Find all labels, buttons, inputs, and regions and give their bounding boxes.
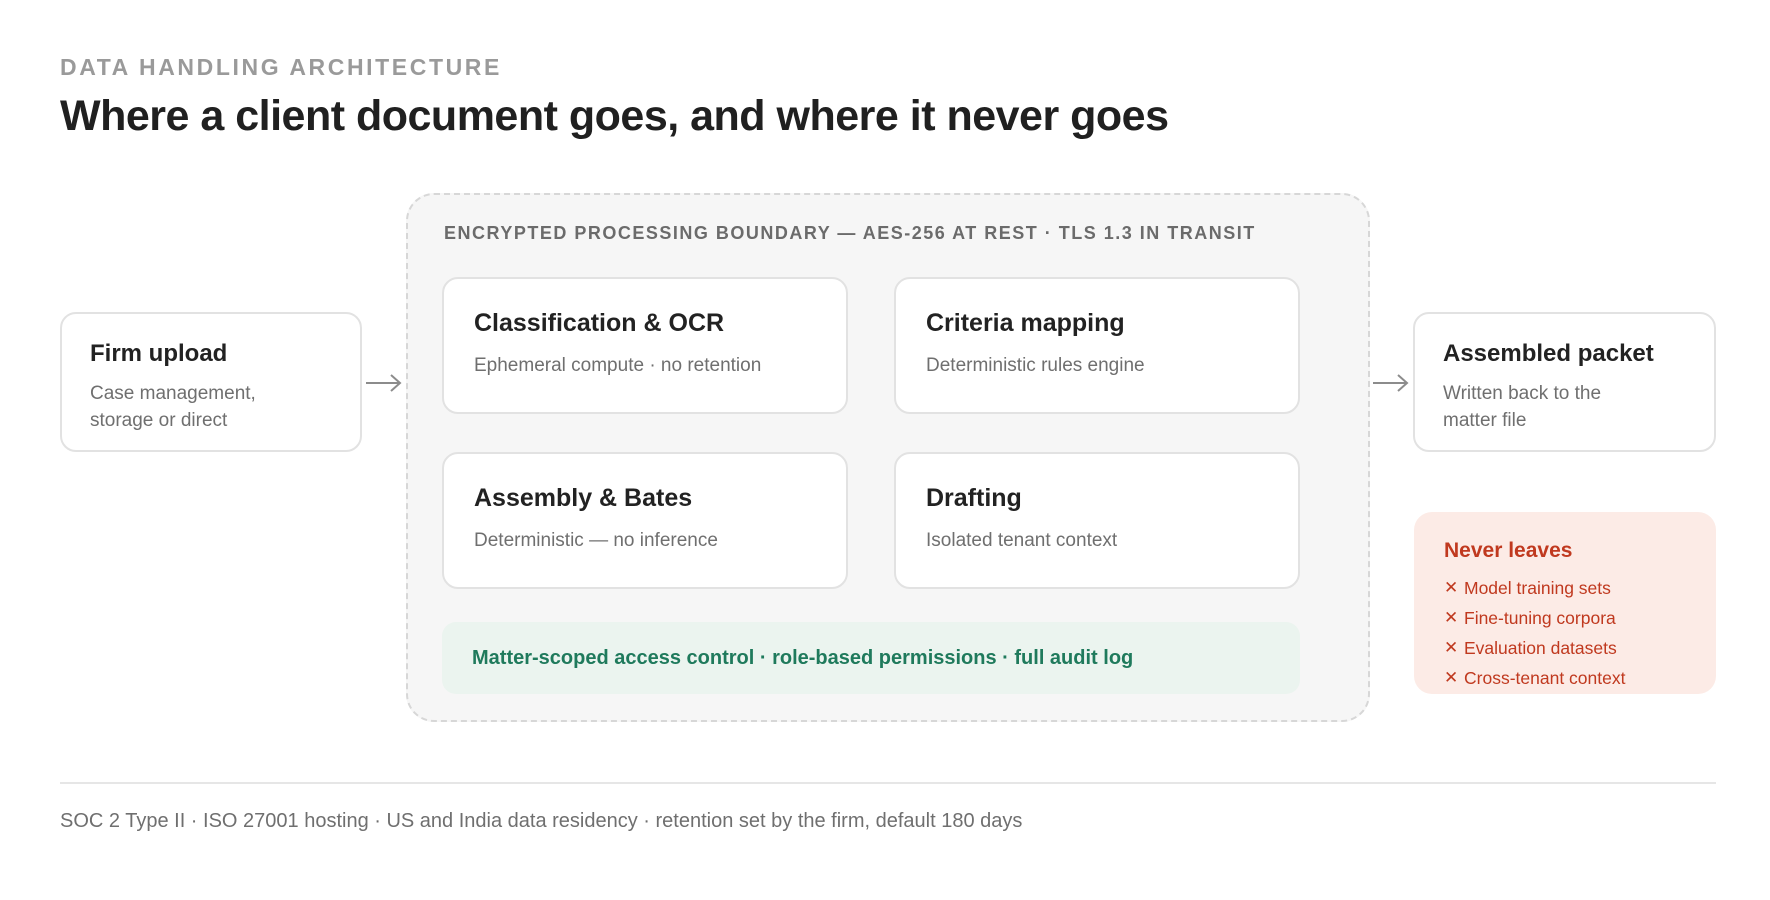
- step-title: Assembly & Bates: [474, 484, 693, 512]
- never-leaves-item-label: Cross-tenant context: [1464, 668, 1626, 688]
- assembled-packet-subtitle-line: Written back to the: [1443, 383, 1602, 404]
- step-title: Criteria mapping: [926, 309, 1125, 337]
- step-drafting: Drafting Isolated tenant context: [894, 452, 1300, 589]
- firm-upload-subtitle-line: Case management,: [90, 383, 256, 404]
- never-leaves-item-label: Evaluation datasets: [1464, 638, 1617, 658]
- never-leaves-item-label: Model training sets: [1464, 578, 1611, 598]
- step-title: Drafting: [926, 484, 1022, 512]
- eyebrow-label: DATA HANDLING ARCHITECTURE: [60, 54, 502, 80]
- step-subtitle: Isolated tenant context: [926, 530, 1118, 551]
- step-subtitle: Ephemeral compute · no retention: [474, 355, 762, 376]
- x-icon: ✕: [1444, 608, 1459, 627]
- never-leaves-item: ✕ Cross-tenant context: [1444, 663, 1686, 693]
- x-icon: ✕: [1444, 578, 1459, 597]
- assembled-packet-subtitle-line: matter file: [1443, 410, 1527, 431]
- assembled-packet-title: Assembled packet: [1443, 340, 1654, 367]
- x-icon: ✕: [1444, 638, 1459, 657]
- never-leaves-item: ✕ Evaluation datasets: [1444, 633, 1686, 663]
- firm-upload-subtitle: Case management, storage or direct: [90, 380, 332, 434]
- never-leaves-item-label: Fine-tuning corpora: [1464, 608, 1616, 628]
- x-icon: ✕: [1444, 668, 1459, 687]
- never-leaves-panel: Never leaves ✕ Model training sets ✕ Fin…: [1414, 512, 1716, 694]
- step-assembly-bates: Assembly & Bates Deterministic — no infe…: [442, 452, 848, 589]
- compliance-footer: SOC 2 Type II · ISO 27001 hosting · US a…: [60, 810, 1023, 832]
- never-leaves-item: ✕ Model training sets: [1444, 573, 1686, 603]
- step-criteria-mapping: Criteria mapping Deterministic rules eng…: [894, 277, 1300, 414]
- encrypted-processing-boundary: ENCRYPTED PROCESSING BOUNDARY — AES-256 …: [406, 193, 1370, 722]
- footer-divider: [60, 782, 1716, 784]
- assembled-packet-node: Assembled packet Written back to the mat…: [1413, 312, 1716, 452]
- assembled-packet-subtitle: Written back to the matter file: [1443, 380, 1686, 434]
- arrow-right-icon: [1373, 374, 1409, 392]
- page-title: Where a client document goes, and where …: [60, 92, 1169, 140]
- step-classification-ocr: Classification & OCR Ephemeral compute ·…: [442, 277, 848, 414]
- firm-upload-subtitle-line: storage or direct: [90, 410, 228, 431]
- firm-upload-title: Firm upload: [90, 340, 228, 367]
- arrow-right-icon: [366, 374, 402, 392]
- access-control-bar: Matter-scoped access control · role-base…: [442, 622, 1300, 694]
- never-leaves-item: ✕ Fine-tuning corpora: [1444, 603, 1686, 633]
- boundary-label: ENCRYPTED PROCESSING BOUNDARY — AES-256 …: [444, 223, 1256, 243]
- firm-upload-node: Firm upload Case management, storage or …: [60, 312, 362, 452]
- step-subtitle: Deterministic rules engine: [926, 355, 1145, 376]
- step-title: Classification & OCR: [474, 309, 725, 337]
- never-leaves-title: Never leaves: [1444, 539, 1573, 562]
- never-leaves-list: ✕ Model training sets ✕ Fine-tuning corp…: [1444, 573, 1686, 693]
- step-subtitle: Deterministic — no inference: [474, 530, 718, 551]
